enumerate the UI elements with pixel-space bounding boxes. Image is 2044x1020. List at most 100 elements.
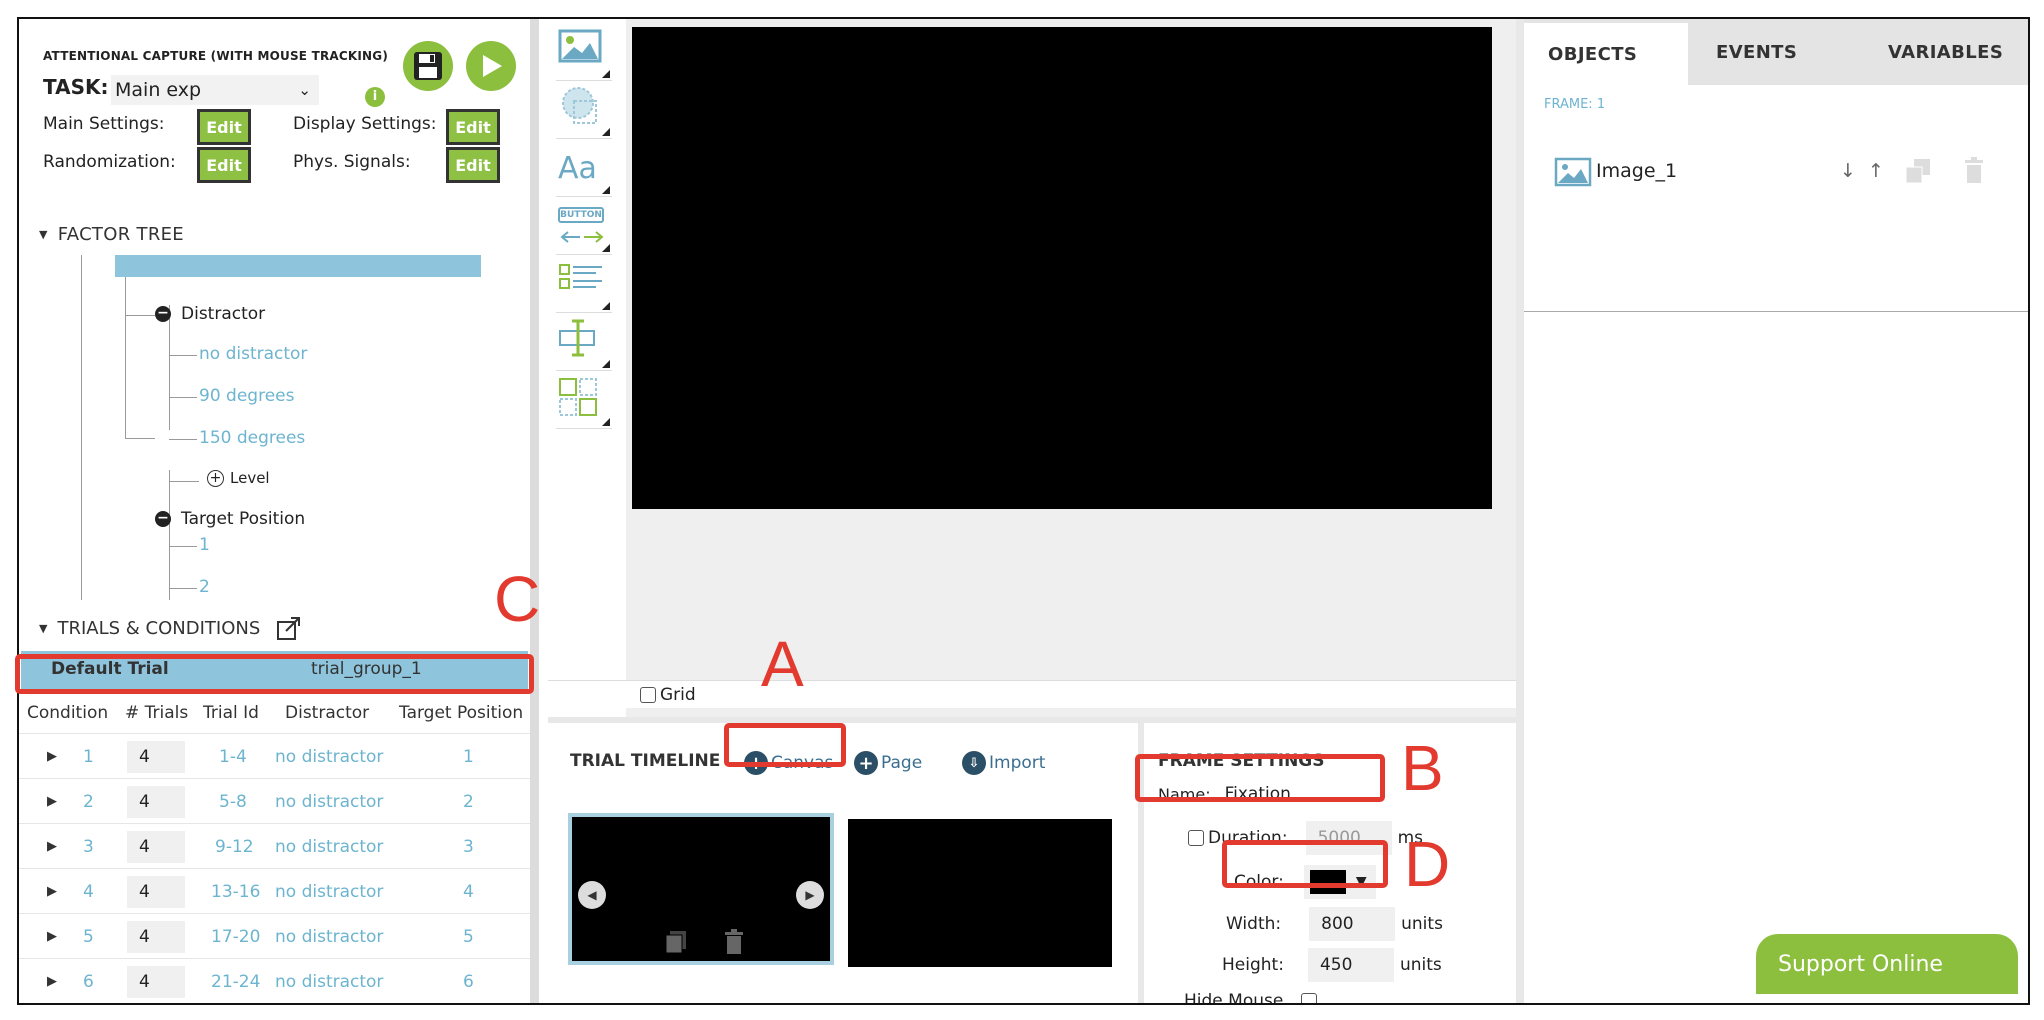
- left-panel: ATTENTIONAL CAPTURE (WITH MOUSE TRACKING…: [19, 19, 539, 1003]
- trials-count-input[interactable]: 4: [127, 830, 185, 863]
- tab-objects[interactable]: OBJECTS: [1524, 19, 1688, 85]
- trials-table-header: Condition # Trials Trial Id Distractor T…: [19, 695, 530, 731]
- app-window: ATTENTIONAL CAPTURE (WITH MOUSE TRACKING…: [17, 17, 2030, 1005]
- factor-distractor[interactable]: − Distractor: [155, 304, 265, 324]
- frame-thumbnail-selected[interactable]: ◀ ▶: [568, 813, 834, 965]
- task-select[interactable]: Main exp ⌄: [111, 75, 319, 105]
- layout-tool-button[interactable]: [556, 373, 612, 429]
- width-field: Width: 800 units: [1226, 907, 1443, 941]
- task-select-value: Main exp: [115, 79, 202, 101]
- display-settings-edit-button[interactable]: Edit: [446, 109, 500, 145]
- arrows-icon: [560, 231, 604, 243]
- trials-title: TRIALS & CONDITIONS: [57, 617, 261, 639]
- main-settings-label: Main Settings:: [43, 114, 165, 134]
- duration-checkbox[interactable]: [1188, 830, 1204, 846]
- move-down-icon[interactable]: ↓: [1840, 160, 1856, 182]
- collapse-icon[interactable]: −: [155, 511, 171, 527]
- play-icon: [483, 55, 502, 77]
- width-label: Width:: [1226, 914, 1282, 934]
- hide-mouse-checkbox[interactable]: [1301, 993, 1318, 1003]
- import-button[interactable]: ⇩ Import: [962, 751, 1045, 775]
- trials-count-input[interactable]: 4: [127, 875, 185, 908]
- move-right-icon[interactable]: ▶: [796, 881, 824, 909]
- table-row[interactable]: ▶ 6 4 21-24 no distractor 6: [19, 958, 530, 1003]
- image-tool-button[interactable]: [556, 25, 612, 81]
- trials-header[interactable]: ▼ TRIALS & CONDITIONS: [19, 608, 530, 648]
- tab-variables[interactable]: VARIABLES: [1864, 19, 2028, 85]
- trials-count-input[interactable]: 4: [127, 965, 185, 998]
- move-left-icon[interactable]: ◀: [578, 881, 606, 909]
- collapse-icon[interactable]: −: [155, 306, 171, 322]
- chevron-down-icon: ⌄: [298, 81, 311, 99]
- col-condition: Condition: [27, 703, 109, 723]
- right-panel: OBJECTS EVENTS VARIABLES FRAME: 1 Image_…: [1516, 19, 2028, 1003]
- table-row[interactable]: ▶ 2 4 5-8 no distractor 2: [19, 778, 530, 823]
- button-tool-button[interactable]: BUTTON: [556, 199, 612, 255]
- factor-target-position[interactable]: − Target Position: [155, 509, 305, 529]
- input-tool-icon: [559, 319, 595, 357]
- expand-arrow-icon[interactable]: ▶: [47, 749, 57, 764]
- save-button[interactable]: [403, 41, 453, 91]
- table-row[interactable]: ▶ 1 4 1-4 no distractor 1: [19, 733, 530, 778]
- height-field: Height: 450 units: [1222, 948, 1442, 982]
- list-tool-button[interactable]: [556, 257, 612, 313]
- factor-tree-header[interactable]: ▼ FACTOR TREE: [19, 214, 530, 254]
- level-item[interactable]: 90 degrees: [199, 386, 294, 406]
- table-row[interactable]: ▶ 4 4 13-16 no distractor 4: [19, 868, 530, 913]
- selected-trial-group[interactable]: [115, 255, 481, 277]
- list-tool-icon: [559, 264, 602, 289]
- add-level-button[interactable]: + Level: [207, 469, 270, 487]
- trials-count-input[interactable]: 4: [127, 785, 185, 818]
- expand-arrow-icon[interactable]: ▶: [47, 929, 57, 944]
- phys-signals-label: Phys. Signals:: [293, 152, 411, 172]
- trash-icon[interactable]: [724, 929, 744, 955]
- height-input[interactable]: 450: [1307, 948, 1394, 982]
- text-tool-button[interactable]: Aa: [556, 141, 612, 197]
- expand-arrow-icon[interactable]: ▶: [47, 974, 57, 989]
- hide-mouse-label: Hide Mouse: [1184, 991, 1284, 1005]
- canvas-area: [626, 19, 1516, 717]
- input-tool-button[interactable]: [556, 315, 612, 371]
- expand-arrow-icon[interactable]: ▶: [47, 794, 57, 809]
- tab-events[interactable]: EVENTS: [1692, 19, 1862, 85]
- stimulus-canvas[interactable]: [632, 27, 1492, 509]
- plus-icon: +: [854, 751, 878, 775]
- width-input[interactable]: 800: [1309, 907, 1396, 941]
- phys-signals-edit-button[interactable]: Edit: [446, 147, 500, 183]
- level-item[interactable]: 1: [199, 535, 210, 555]
- support-online-button[interactable]: Support Online: [1756, 934, 2018, 994]
- copy-icon[interactable]: [664, 929, 688, 955]
- grid-checkbox[interactable]: [640, 686, 656, 703]
- delete-icon[interactable]: [1964, 157, 1984, 185]
- timeline-title: TRIAL TIMELINE: [570, 751, 721, 771]
- objects-divider: [1524, 311, 2028, 312]
- add-page-button[interactable]: + Page: [854, 751, 922, 775]
- frame-thumbnail[interactable]: [848, 819, 1112, 967]
- expand-arrow-icon[interactable]: ▶: [47, 839, 57, 854]
- height-label: Height:: [1222, 955, 1284, 975]
- run-button[interactable]: [466, 41, 516, 91]
- col-trials: # Trials: [125, 703, 189, 723]
- annotation-c-highlight: [15, 654, 534, 694]
- level-item[interactable]: no distractor: [199, 344, 307, 364]
- trials-count-input[interactable]: 4: [127, 740, 185, 773]
- main-settings-edit-button[interactable]: Edit: [197, 109, 251, 145]
- collapse-triangle-icon: ▼: [39, 621, 48, 635]
- table-row[interactable]: ▶ 3 4 9-12 no distractor 3: [19, 823, 530, 868]
- collapse-triangle-icon: ▼: [39, 227, 48, 241]
- randomization-edit-button[interactable]: Edit: [197, 147, 251, 183]
- annotation-b-highlight: [1135, 754, 1385, 802]
- table-row[interactable]: ▶ 5 4 17-20 no distractor 5: [19, 913, 530, 958]
- level-item[interactable]: 2: [199, 577, 210, 597]
- level-item[interactable]: 150 degrees: [199, 428, 305, 448]
- annotation-b-label: B: [1401, 732, 1444, 804]
- external-link-icon[interactable]: [276, 615, 302, 641]
- grid-toggle[interactable]: Grid: [548, 680, 1516, 708]
- expand-arrow-icon[interactable]: ▶: [47, 884, 57, 899]
- trials-count-input[interactable]: 4: [127, 920, 185, 953]
- move-up-icon[interactable]: ↑: [1868, 160, 1884, 182]
- duplicate-icon[interactable]: [1904, 157, 1932, 185]
- shape-tool-button[interactable]: [556, 83, 612, 139]
- object-row[interactable]: Image_1 ↓ ↑: [1554, 151, 2014, 191]
- info-icon[interactable]: i: [365, 87, 385, 107]
